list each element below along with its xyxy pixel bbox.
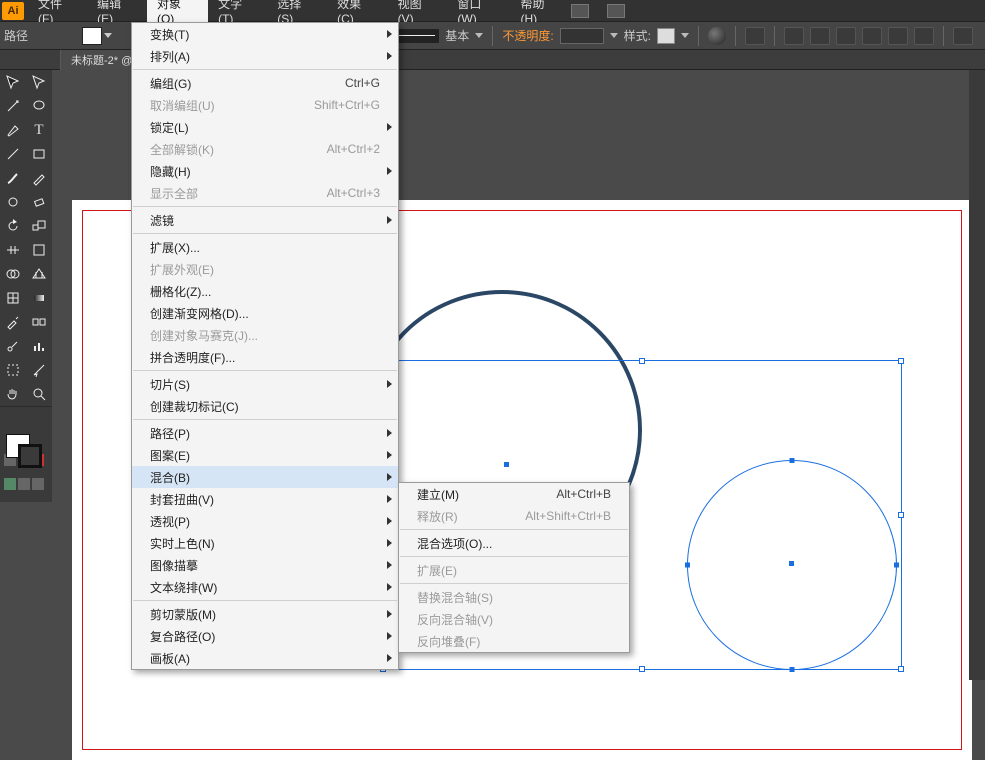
- shape-builder-tool[interactable]: [0, 262, 26, 286]
- object-menu-item[interactable]: 变换(T): [132, 23, 398, 45]
- object-menu-item[interactable]: 路径(P): [132, 422, 398, 444]
- rotate-tool[interactable]: [0, 214, 26, 238]
- selection-tool[interactable]: [0, 70, 26, 94]
- artboard-tool[interactable]: [0, 358, 26, 382]
- object-menu-item[interactable]: 创建渐变网格(D)...: [132, 302, 398, 324]
- tools-panel: T: [0, 70, 52, 502]
- gradient-tool[interactable]: [26, 286, 52, 310]
- pencil-tool[interactable]: [26, 166, 52, 190]
- mesh-tool[interactable]: [0, 286, 26, 310]
- align-bottom-icon[interactable]: [914, 27, 934, 45]
- eraser-tool[interactable]: [26, 190, 52, 214]
- rectangle-tool[interactable]: [26, 142, 52, 166]
- resize-handle[interactable]: [898, 358, 904, 364]
- blend-menu-item: 释放(R)Alt+Shift+Ctrl+B: [399, 505, 629, 527]
- object-menu-item[interactable]: 混合(B): [132, 466, 398, 488]
- arrange-docs-icon[interactable]: [607, 4, 625, 18]
- magic-wand-tool[interactable]: [0, 94, 26, 118]
- object-menu-item[interactable]: 创建裁切标记(C): [132, 395, 398, 417]
- align-top-icon[interactable]: [862, 27, 882, 45]
- direct-selection-tool[interactable]: [26, 70, 52, 94]
- style-label: 样式:: [624, 27, 651, 44]
- opacity-label[interactable]: 不透明度:: [502, 27, 553, 44]
- stroke-style-dropdown-icon[interactable]: [475, 33, 483, 38]
- object-menu-item[interactable]: 剪切蒙版(M): [132, 603, 398, 625]
- object-menu-item[interactable]: 栅格化(Z)...: [132, 280, 398, 302]
- resize-handle[interactable]: [639, 666, 645, 672]
- object-menu-item[interactable]: 拼合透明度(F)...: [132, 346, 398, 368]
- object-menu-item: 创建对象马赛克(J)...: [132, 324, 398, 346]
- object-menu-item[interactable]: 滤镜: [132, 209, 398, 231]
- fill-swatch[interactable]: [82, 27, 102, 45]
- object-menu-item[interactable]: 复合路径(O): [132, 625, 398, 647]
- object-menu-item: 全部解锁(K)Alt+Ctrl+2: [132, 138, 398, 160]
- recolor-icon[interactable]: [708, 27, 726, 45]
- stroke-preview[interactable]: [393, 29, 439, 43]
- object-menu-item[interactable]: 隐藏(H): [132, 160, 398, 182]
- resize-handle[interactable]: [898, 512, 904, 518]
- pen-tool[interactable]: [0, 118, 26, 142]
- stroke-style-label: 基本: [445, 27, 469, 44]
- object-menu-item[interactable]: 扩展(X)...: [132, 236, 398, 258]
- blend-menu-item: 反向堆叠(F): [399, 630, 629, 652]
- object-menu-dropdown: 变换(T)排列(A) 编组(G)Ctrl+G取消编组(U)Shift+Ctrl+G…: [131, 22, 399, 670]
- align-right-icon[interactable]: [836, 27, 856, 45]
- hand-tool[interactable]: [0, 382, 26, 406]
- eyedropper-tool[interactable]: [0, 310, 26, 334]
- object-menu-item[interactable]: 图像描摹: [132, 554, 398, 576]
- slice-tool[interactable]: [26, 358, 52, 382]
- fill-dropdown-icon[interactable]: [104, 33, 112, 38]
- column-graph-tool[interactable]: [26, 334, 52, 358]
- blend-menu-item: 替换混合轴(S): [399, 586, 629, 608]
- object-menu-item[interactable]: 编组(G)Ctrl+G: [132, 72, 398, 94]
- width-tool[interactable]: [0, 238, 26, 262]
- object-menu-item: 取消编组(U)Shift+Ctrl+G: [132, 94, 398, 116]
- align-left-icon[interactable]: [784, 27, 804, 45]
- perspective-grid-tool[interactable]: [26, 262, 52, 286]
- symbol-sprayer-tool[interactable]: [0, 334, 26, 358]
- object-menu-item: 显示全部Alt+Ctrl+3: [132, 182, 398, 204]
- selection-type-label: 路径: [4, 27, 32, 44]
- blend-tool[interactable]: [26, 310, 52, 334]
- transform-icon[interactable]: [953, 27, 973, 45]
- menu-bar: 文件(F) 编辑(E) 对象(O) 文字(T) 选择(S) 效果(C) 视图(V…: [0, 0, 985, 22]
- align-doc-icon[interactable]: [745, 27, 765, 45]
- object-menu-item[interactable]: 切片(S): [132, 373, 398, 395]
- opacity-input[interactable]: [560, 28, 604, 44]
- scrollbar-vertical[interactable]: [969, 70, 985, 680]
- fill-stroke-swatch[interactable]: [0, 430, 52, 472]
- resize-handle[interactable]: [639, 358, 645, 364]
- lasso-tool[interactable]: [26, 94, 52, 118]
- object-menu-item[interactable]: 透视(P): [132, 510, 398, 532]
- object-menu-item[interactable]: 排列(A): [132, 45, 398, 67]
- object-menu-item[interactable]: 画板(A): [132, 647, 398, 669]
- app-icon: Ai: [2, 2, 24, 20]
- blend-menu-item: 扩展(E): [399, 559, 629, 581]
- blend-menu-item[interactable]: 建立(M)Alt+Ctrl+B: [399, 483, 629, 505]
- resize-handle[interactable]: [898, 666, 904, 672]
- object-menu-item[interactable]: 封套扭曲(V): [132, 488, 398, 510]
- screen-mode-row[interactable]: [0, 478, 52, 496]
- opacity-dropdown-icon[interactable]: [610, 33, 618, 38]
- bridge-icon[interactable]: [571, 4, 589, 18]
- zoom-tool[interactable]: [26, 382, 52, 406]
- blend-submenu-dropdown: 建立(M)Alt+Ctrl+B释放(R)Alt+Shift+Ctrl+B 混合选项…: [398, 482, 630, 653]
- blend-menu-item: 反向混合轴(V): [399, 608, 629, 630]
- blob-brush-tool[interactable]: [0, 190, 26, 214]
- object-menu-item: 扩展外观(E): [132, 258, 398, 280]
- style-dropdown-icon[interactable]: [681, 33, 689, 38]
- align-hcenter-icon[interactable]: [810, 27, 830, 45]
- paintbrush-tool[interactable]: [0, 166, 26, 190]
- scale-tool[interactable]: [26, 214, 52, 238]
- align-vcenter-icon[interactable]: [888, 27, 908, 45]
- object-menu-item[interactable]: 文本绕排(W): [132, 576, 398, 598]
- object-menu-item[interactable]: 图案(E): [132, 444, 398, 466]
- free-transform-tool[interactable]: [26, 238, 52, 262]
- blend-menu-item[interactable]: 混合选项(O)...: [399, 532, 629, 554]
- type-tool[interactable]: T: [26, 118, 52, 142]
- object-menu-item[interactable]: 锁定(L): [132, 116, 398, 138]
- line-tool[interactable]: [0, 142, 26, 166]
- graphic-style-swatch[interactable]: [657, 28, 675, 44]
- object-menu-item[interactable]: 实时上色(N): [132, 532, 398, 554]
